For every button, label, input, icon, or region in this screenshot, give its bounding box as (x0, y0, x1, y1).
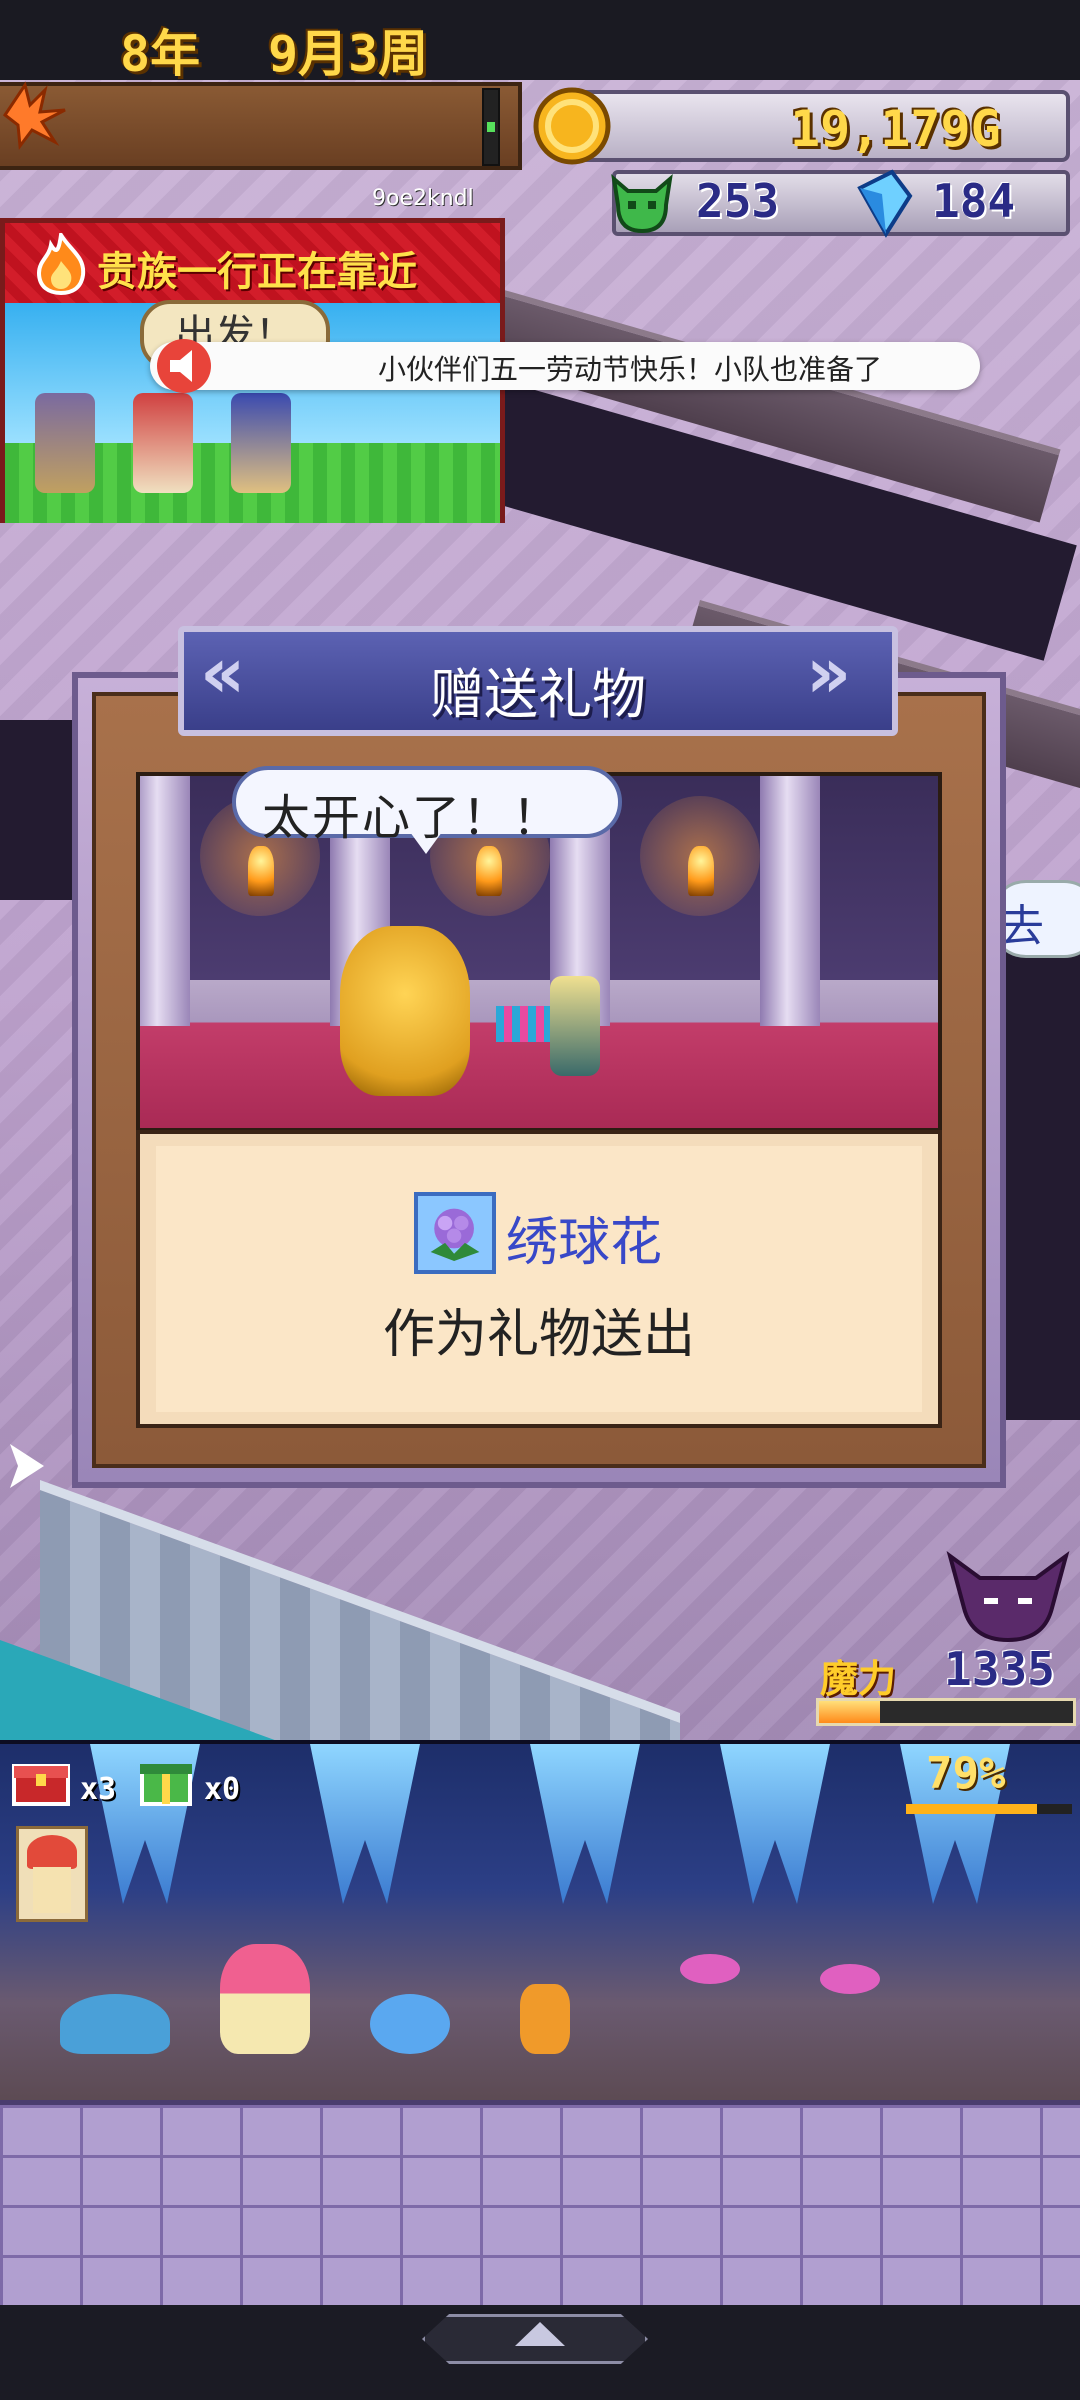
user-id: 9oe2kndl (372, 186, 474, 211)
mana-bar (816, 1698, 1076, 1726)
dialog-title: 赠送礼物 (430, 663, 646, 726)
hero-sprite (35, 393, 95, 493)
mana-bar-fill (819, 1701, 880, 1723)
mana-label: 魔力 (820, 1657, 897, 1701)
speech-text: 太开心了！！ (262, 790, 563, 846)
crystal-count: 184 (932, 174, 1016, 228)
glow-mushroom (820, 1964, 880, 1994)
hero-sprite (231, 393, 291, 493)
fire-icon (36, 233, 86, 295)
gift-sprite (496, 1006, 556, 1042)
gift-description-inner (156, 1146, 922, 1412)
dragon-sprite (340, 926, 470, 1096)
turtle-sprite (60, 1994, 170, 2054)
gift-description[interactable] (136, 1130, 942, 1428)
date-bar (0, 82, 522, 170)
gold-coin-icon (533, 87, 611, 165)
mana-value: 1335 (944, 1642, 1055, 1696)
hero-sprite (133, 393, 193, 493)
leaf-icon (2, 81, 66, 150)
slime-sprite (370, 1994, 450, 2054)
cave-progress-fill (906, 1804, 1038, 1814)
date-year: 8年 (120, 25, 201, 83)
date-month-week: 9月3周 (268, 25, 429, 83)
dark-gap (1000, 940, 1080, 1420)
mushroom-sprite (220, 1944, 310, 2054)
gift-box-icon[interactable] (136, 1750, 196, 1808)
brick-floor (0, 2100, 1080, 2310)
announcement-banner[interactable]: 小伙伴们五一劳动节快乐！小队也准备了 (150, 339, 980, 393)
creature-sprite (520, 1984, 570, 2054)
speed-indicator[interactable] (482, 88, 500, 166)
chest-count: x3 (80, 1772, 117, 1807)
monster-icon (611, 173, 673, 234)
crystal-icon (857, 169, 913, 238)
avatar[interactable] (16, 1826, 88, 1922)
demon-icon (946, 1551, 1070, 1643)
treasure-chest-icon[interactable] (10, 1752, 72, 1808)
monster-count: 253 (696, 174, 780, 228)
gift-count: x0 (204, 1772, 241, 1807)
megaphone-icon (157, 339, 211, 393)
announcement-text: 小伙伴们五一劳动节快乐！小队也准备了 (378, 353, 883, 386)
side-bubble-text: 去 (1000, 901, 1044, 952)
hydrangea-icon (414, 1192, 496, 1274)
glow-mushroom (680, 1954, 740, 1984)
item-action-text: 作为礼物送出 (382, 1305, 695, 1365)
event-title: 贵族一行正在靠近 (97, 249, 417, 295)
triangle-up-icon (515, 2322, 565, 2346)
item-name: 绣球花 (506, 1213, 663, 1273)
gold-value: 19,179G (790, 100, 1001, 158)
girl-sprite (550, 976, 600, 1076)
arrow-right-icon[interactable] (0, 1438, 52, 1494)
cave-percent: 79% (926, 1748, 1006, 1799)
cave-progress-bar (906, 1804, 1072, 1814)
